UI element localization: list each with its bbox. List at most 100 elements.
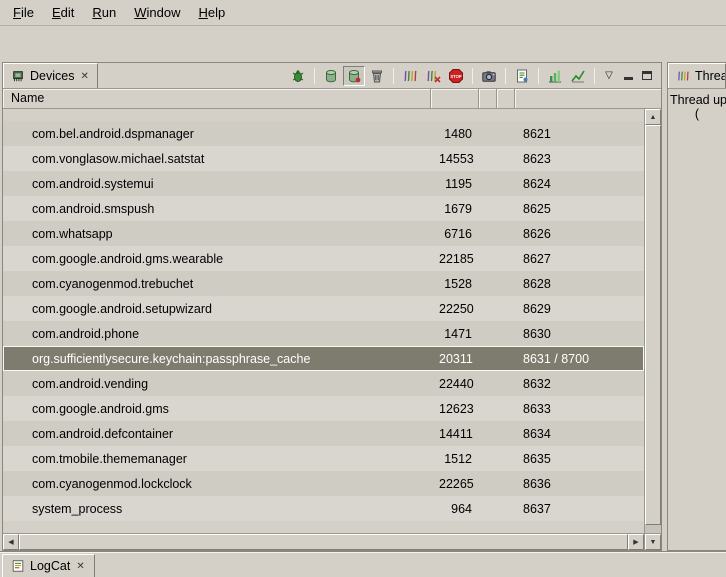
cause-gc-button[interactable] [366, 66, 388, 86]
threads-tab-icon [676, 69, 690, 83]
close-logcat-tab-icon[interactable]: ✕ [75, 561, 85, 572]
devices-view-header: Devices ✕ [3, 63, 661, 89]
process-port: 8625 [515, 202, 644, 216]
devices-icon [11, 69, 25, 83]
column-header-name[interactable]: Name [3, 89, 431, 108]
table-row[interactable]: com.tmobile.thememanager1512 8635 [3, 446, 644, 471]
maximize-view-button[interactable] [638, 67, 656, 85]
toolbar-separator [472, 68, 473, 84]
table-main: com.bel.android.dspmanager14808621com.vo… [3, 109, 644, 533]
dump-threads-button[interactable] [422, 66, 444, 86]
process-name: com.cyanogenmod.lockclock [3, 477, 431, 491]
process-pid: 1679 [431, 202, 479, 216]
close-devices-tab-icon[interactable]: ✕ [79, 71, 89, 82]
process-name: com.cyanogenmod.trebuchet [3, 277, 431, 291]
threads-dump-icon [425, 68, 441, 84]
column-header-port[interactable] [515, 89, 661, 108]
tab-devices[interactable]: Devices ✕ [3, 63, 98, 88]
column-header-blank[interactable] [497, 89, 515, 108]
process-pid: 22185 [431, 252, 479, 266]
horizontal-scrollbar[interactable]: ◀ ▶ [3, 534, 644, 550]
profiling-start-button[interactable] [567, 66, 589, 86]
menu-run[interactable]: Run [83, 1, 125, 24]
process-port: 8621 [515, 127, 644, 141]
menu-edit[interactable]: Edit [43, 1, 83, 24]
process-name: system_process [3, 502, 431, 516]
vertical-scrollbar[interactable]: ▲ [644, 109, 661, 533]
profiling-bars-button[interactable] [544, 66, 566, 86]
menu-help[interactable]: Help [189, 1, 234, 24]
toolbar-separator [393, 68, 394, 84]
table-row[interactable]: com.bel.android.dspmanager14808621 [3, 121, 644, 146]
vertical-scroll-thumb[interactable] [645, 125, 661, 525]
minimize-view-button[interactable] [619, 67, 637, 85]
process-port: 8636 [515, 477, 644, 491]
tab-logcat-label: LogCat [30, 559, 70, 573]
scroll-right-button[interactable]: ▶ [628, 534, 644, 550]
hscroll-row: ◀ ▶ ▼ [3, 533, 661, 550]
scroll-down-button[interactable]: ▼ [645, 534, 661, 550]
process-port: 8635 [515, 452, 644, 466]
table-row[interactable]: com.google.android.gms.wearable221858627 [3, 246, 644, 271]
update-heap-button[interactable] [320, 66, 342, 86]
table-row[interactable]: com.cyanogenmod.lockclock222658636 [3, 471, 644, 496]
process-port: 8623 [515, 152, 644, 166]
stop-sign-icon: STOP [448, 68, 464, 84]
process-name: com.tmobile.thememanager [3, 452, 431, 466]
process-pid: 14411 [431, 427, 479, 441]
process-port: 8637 [515, 502, 644, 516]
hprof-cylinder-icon [346, 68, 362, 84]
table-row[interactable]: com.android.phone14718630 [3, 321, 644, 346]
table-row[interactable]: system_process9648637 [3, 496, 644, 521]
process-pid: 6716 [431, 227, 479, 241]
process-port: 8630 [515, 327, 644, 341]
process-pid: 1512 [431, 452, 479, 466]
menu-window[interactable]: Window [125, 1, 189, 24]
process-pid: 20311 [431, 352, 479, 366]
report-icon [514, 68, 530, 84]
table-row[interactable]: com.android.systemui11958624 [3, 171, 644, 196]
table-row[interactable]: com.android.vending224408632 [3, 371, 644, 396]
table-row[interactable]: com.vonglasow.michael.satstat145538623 [3, 146, 644, 171]
scroll-left-button[interactable]: ◀ [3, 534, 19, 550]
process-name: com.android.systemui [3, 177, 431, 191]
stop-process-button[interactable]: STOP [445, 66, 467, 86]
process-name: com.vonglasow.michael.satstat [3, 152, 431, 166]
column-header-blank[interactable] [479, 89, 497, 108]
threads-message-line1: Thread up [670, 93, 724, 107]
menu-file[interactable]: File [4, 1, 43, 24]
process-pid: 12623 [431, 402, 479, 416]
debug-bug-icon [290, 68, 306, 84]
threads-message-line2: ( [670, 107, 724, 121]
table-row[interactable]: org.sufficientlysecure.keychain:passphra… [3, 346, 644, 371]
screen-capture-button[interactable] [478, 66, 500, 86]
tab-threads[interactable]: Threa [668, 63, 726, 88]
logcat-bar: LogCat ✕ [0, 551, 726, 577]
scroll-up-button[interactable]: ▲ [645, 109, 661, 125]
table-wrap: com.bel.android.dspmanager14808621com.vo… [3, 109, 661, 533]
process-pid: 1480 [431, 127, 479, 141]
debug-process-button[interactable] [287, 66, 309, 86]
table-row[interactable]: com.google.android.gms126238633 [3, 396, 644, 421]
capture-report-button[interactable] [511, 66, 533, 86]
process-pid: 22440 [431, 377, 479, 391]
tab-logcat[interactable]: LogCat ✕ [2, 554, 95, 577]
update-threads-button[interactable] [399, 66, 421, 86]
toolbar-separator [538, 68, 539, 84]
process-pid: 22250 [431, 302, 479, 316]
table-row[interactable]: com.google.android.setupwizard222508629 [3, 296, 644, 321]
horizontal-scroll-thumb[interactable] [19, 534, 628, 550]
process-name: com.android.smspush [3, 202, 431, 216]
devices-toolbar: STOP [287, 63, 661, 88]
table-row[interactable]: com.android.defcontainer144118634 [3, 421, 644, 446]
main-area: Devices ✕ [2, 62, 726, 551]
profiling-line-icon [570, 68, 586, 84]
devices-view: Devices ✕ [2, 62, 662, 551]
column-header-pid[interactable] [431, 89, 479, 108]
table-row[interactable]: com.android.smspush1679 8625 [3, 196, 644, 221]
view-menu-button[interactable]: ▽ [600, 67, 618, 85]
table-row[interactable]: com.cyanogenmod.trebuchet15288628 [3, 271, 644, 296]
process-name: org.sufficientlysecure.keychain:passphra… [3, 352, 431, 366]
dump-hprof-button[interactable] [343, 66, 365, 86]
table-row[interactable]: com.whatsapp67168626 [3, 221, 644, 246]
